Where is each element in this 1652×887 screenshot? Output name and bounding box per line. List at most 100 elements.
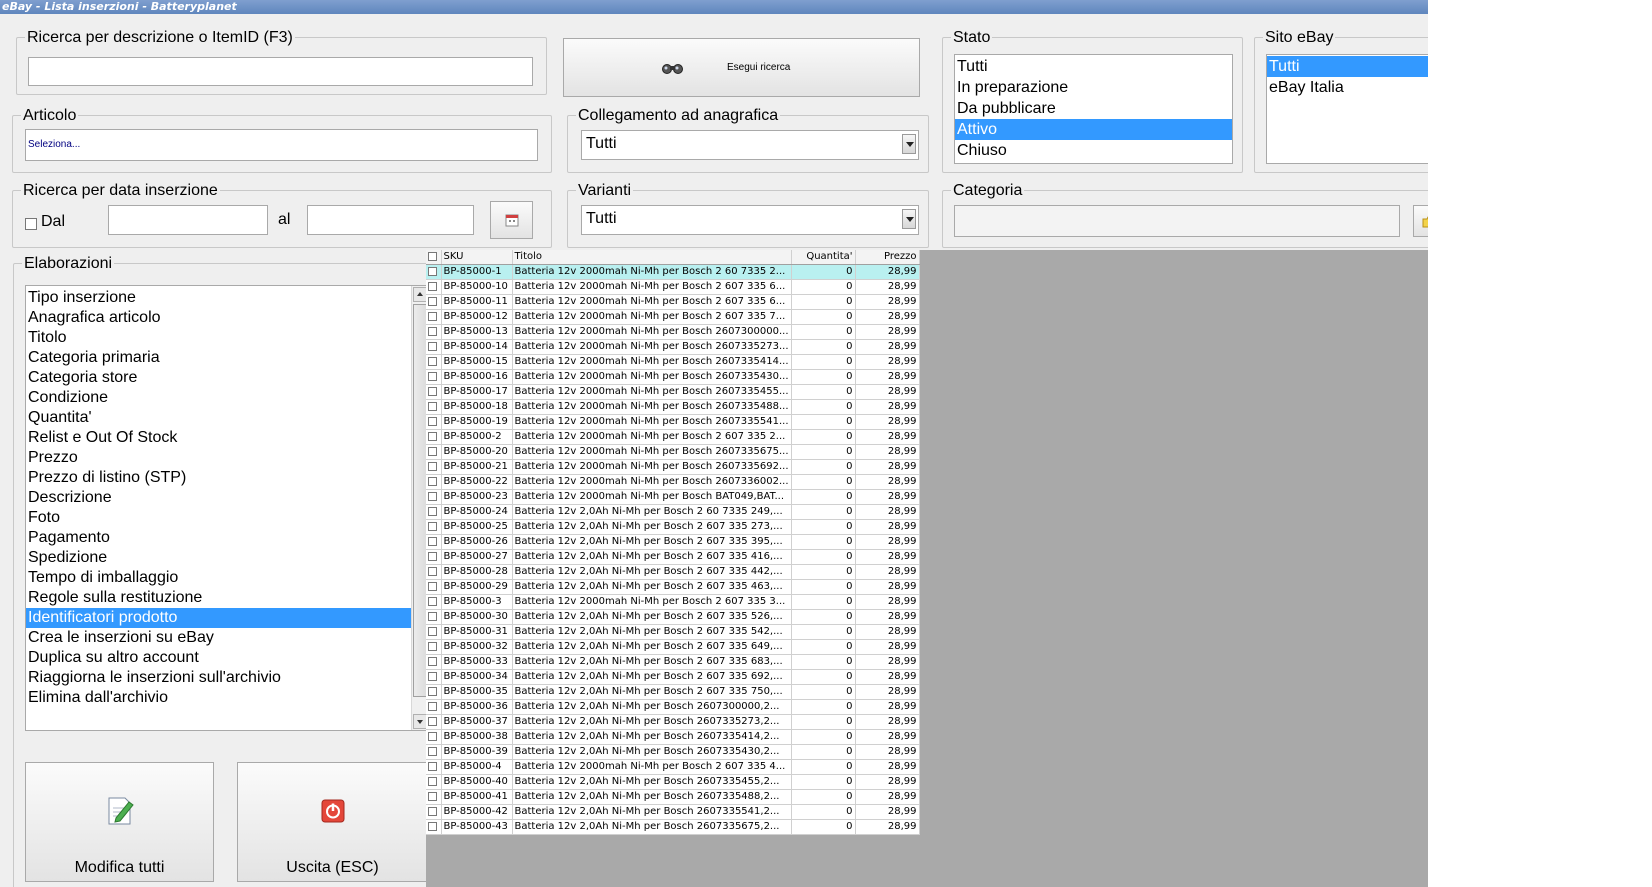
table-row[interactable]: BP-85000-29 Batteria 12v 2,0Ah Ni-Mh per … [426, 579, 920, 595]
dal-checkbox[interactable] [25, 218, 37, 230]
cell-titolo[interactable]: Batteria 12v 2000mah Ni-Mh per Bosch 260… [512, 459, 792, 475]
table-row[interactable]: BP-85000-3 Batteria 12v 2000mah Ni-Mh per… [426, 594, 920, 610]
checkbox[interactable] [428, 371, 437, 381]
row-checkbox[interactable] [426, 429, 442, 445]
cell-quantita[interactable]: 0 [791, 594, 856, 610]
cell-prezzo[interactable]: 28,99 [855, 609, 920, 625]
cell-titolo[interactable]: Batteria 12v 2000mah Ni-Mh per Bosch 260… [512, 399, 792, 415]
row-checkbox[interactable] [426, 714, 442, 730]
table-row[interactable]: BP-85000-23 Batteria 12v 2000mah Ni-Mh pe… [426, 489, 920, 505]
column-header-titolo[interactable]: Titolo [512, 250, 792, 265]
cell-prezzo[interactable]: 28,99 [855, 294, 920, 310]
table-row[interactable]: BP-85000-32 Batteria 12v 2,0Ah Ni-Mh per … [426, 639, 920, 655]
elaborazioni-item[interactable]: Duplica su altro account [26, 648, 411, 668]
cell-prezzo[interactable]: 28,99 [855, 384, 920, 400]
cell-quantita[interactable]: 0 [791, 669, 856, 685]
elaborazioni-item[interactable]: Condizione [26, 388, 411, 408]
table-row[interactable]: BP-85000-28 Batteria 12v 2,0Ah Ni-Mh per … [426, 564, 920, 580]
cell-prezzo[interactable]: 28,99 [855, 594, 920, 610]
cell-sku[interactable]: BP-85000-41 [441, 789, 513, 805]
cell-sku[interactable]: BP-85000-30 [441, 609, 513, 625]
cell-titolo[interactable]: Batteria 12v 2,0Ah Ni-Mh per Bosch 2 607… [512, 579, 792, 595]
row-checkbox[interactable] [426, 774, 442, 790]
elaborazioni-item[interactable]: Riaggiorna le inserzioni sull'archivio [26, 668, 411, 688]
checkbox[interactable] [428, 701, 437, 711]
cell-titolo[interactable]: Batteria 12v 2,0Ah Ni-Mh per Bosch 26073… [512, 744, 792, 760]
cell-sku[interactable]: BP-85000-27 [441, 549, 513, 565]
cell-quantita[interactable]: 0 [791, 339, 856, 355]
table-row[interactable]: BP-85000-12 Batteria 12v 2000mah Ni-Mh pe… [426, 309, 920, 325]
checkbox[interactable] [428, 386, 437, 396]
cell-quantita[interactable]: 0 [791, 819, 856, 835]
cell-titolo[interactable]: Batteria 12v 2000mah Ni-Mh per Bosch 260… [512, 324, 792, 340]
table-row[interactable]: BP-85000-14 Batteria 12v 2000mah Ni-Mh pe… [426, 339, 920, 355]
cell-titolo[interactable]: Batteria 12v 2000mah Ni-Mh per Bosch 260… [512, 384, 792, 400]
cell-titolo[interactable]: Batteria 12v 2000mah Ni-Mh per Bosch 260… [512, 414, 792, 430]
cell-titolo[interactable]: Batteria 12v 2,0Ah Ni-Mh per Bosch 2 607… [512, 534, 792, 550]
cell-quantita[interactable]: 0 [791, 309, 856, 325]
cell-sku[interactable]: BP-85000-4 [441, 759, 513, 775]
cell-quantita[interactable]: 0 [791, 489, 856, 505]
cell-titolo[interactable]: Batteria 12v 2,0Ah Ni-Mh per Bosch 2 607… [512, 654, 792, 670]
cell-sku[interactable]: BP-85000-12 [441, 309, 513, 325]
cell-sku[interactable]: BP-85000-17 [441, 384, 513, 400]
table-row[interactable]: BP-85000-19 Batteria 12v 2000mah Ni-Mh pe… [426, 414, 920, 430]
table-row[interactable]: BP-85000-41 Batteria 12v 2,0Ah Ni-Mh per … [426, 789, 920, 805]
cell-sku[interactable]: BP-85000-26 [441, 534, 513, 550]
cell-sku[interactable]: BP-85000-2 [441, 429, 513, 445]
cell-titolo[interactable]: Batteria 12v 2,0Ah Ni-Mh per Bosch 26073… [512, 774, 792, 790]
cell-titolo[interactable]: Batteria 12v 2000mah Ni-Mh per Bosch 260… [512, 339, 792, 355]
cell-sku[interactable]: BP-85000-16 [441, 369, 513, 385]
articolo-input[interactable]: Seleziona... [25, 129, 538, 161]
row-checkbox[interactable] [426, 729, 442, 745]
cell-quantita[interactable]: 0 [791, 474, 856, 490]
cell-prezzo[interactable]: 28,99 [855, 489, 920, 505]
row-checkbox[interactable] [426, 354, 442, 370]
column-header-sku[interactable]: SKU [441, 250, 513, 265]
row-checkbox[interactable] [426, 639, 442, 655]
row-checkbox[interactable] [426, 294, 442, 310]
cell-quantita[interactable]: 0 [791, 504, 856, 520]
cell-titolo[interactable]: Batteria 12v 2,0Ah Ni-Mh per Bosch 26073… [512, 804, 792, 820]
cell-titolo[interactable]: Batteria 12v 2,0Ah Ni-Mh per Bosch 2 607… [512, 639, 792, 655]
checkbox[interactable] [428, 551, 437, 561]
cell-titolo[interactable]: Batteria 12v 2000mah Ni-Mh per Bosch BAT… [512, 489, 792, 505]
cell-titolo[interactable]: Batteria 12v 2000mah Ni-Mh per Bosch 2 6… [512, 594, 792, 610]
cell-titolo[interactable]: Batteria 12v 2,0Ah Ni-Mh per Bosch 2 607… [512, 609, 792, 625]
cell-prezzo[interactable]: 28,99 [855, 369, 920, 385]
cell-titolo[interactable]: Batteria 12v 2,0Ah Ni-Mh per Bosch 2 607… [512, 549, 792, 565]
table-row[interactable]: BP-85000-39 Batteria 12v 2,0Ah Ni-Mh per … [426, 744, 920, 760]
checkbox[interactable] [428, 806, 437, 816]
checkbox[interactable] [428, 671, 437, 681]
row-checkbox[interactable] [426, 564, 442, 580]
table-row[interactable]: BP-85000-13 Batteria 12v 2000mah Ni-Mh pe… [426, 324, 920, 340]
checkbox[interactable] [428, 476, 437, 486]
elaborazioni-item[interactable]: Regole sulla restituzione [26, 588, 411, 608]
column-header-quantita[interactable]: Quantita' [791, 250, 856, 265]
categoria-browse-button[interactable] [1413, 205, 1428, 237]
cell-titolo[interactable]: Batteria 12v 2000mah Ni-Mh per Bosch 2 6… [512, 759, 792, 775]
table-row[interactable]: BP-85000-34 Batteria 12v 2,0Ah Ni-Mh per … [426, 669, 920, 685]
cell-prezzo[interactable]: 28,99 [855, 474, 920, 490]
cell-quantita[interactable]: 0 [791, 789, 856, 805]
checkbox[interactable] [428, 566, 437, 576]
elaborazioni-item[interactable]: Identificatori prodotto [26, 608, 411, 628]
checkbox[interactable] [428, 596, 437, 606]
checkbox[interactable] [428, 626, 437, 636]
cell-titolo[interactable]: Batteria 12v 2,0Ah Ni-Mh per Bosch 26073… [512, 699, 792, 715]
cell-sku[interactable]: BP-85000-40 [441, 774, 513, 790]
elaborazioni-listbox[interactable]: Tipo inserzione Anagrafica articolo Titolo… [25, 285, 429, 731]
row-checkbox[interactable] [426, 369, 442, 385]
cell-titolo[interactable]: Batteria 12v 2000mah Ni-Mh per Bosch 2 6… [512, 429, 792, 445]
checkbox[interactable] [428, 401, 437, 411]
checkbox[interactable] [428, 356, 437, 366]
scroll-thumb[interactable] [413, 304, 427, 697]
row-checkbox[interactable] [426, 519, 442, 535]
checkbox[interactable] [428, 461, 437, 471]
cell-quantita[interactable]: 0 [791, 429, 856, 445]
cell-sku[interactable]: BP-85000-24 [441, 504, 513, 520]
stato-item[interactable]: Da pubblicare [955, 98, 1232, 119]
checkbox[interactable] [428, 341, 437, 351]
uscita-button[interactable]: Uscita (ESC) [237, 762, 428, 882]
table-row[interactable]: BP-85000-17 Batteria 12v 2000mah Ni-Mh pe… [426, 384, 920, 400]
